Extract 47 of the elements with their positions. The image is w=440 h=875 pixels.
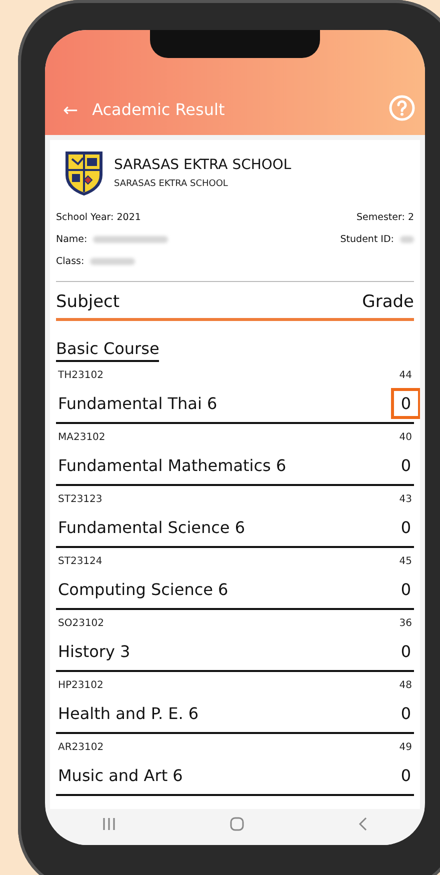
grade: 0 [390, 388, 420, 418]
name-label: Name: [56, 234, 88, 244]
subject-code: SO23102 [58, 618, 104, 629]
subject-code: MA23102 [58, 432, 106, 443]
subject-code: AR23102 [58, 742, 104, 753]
help-icon[interactable] [389, 95, 415, 121]
subject-name: Music and Art 6 [58, 766, 183, 784]
subject-name: Fundamental Thai 6 [58, 394, 218, 412]
section-heading: Basic Course [56, 339, 160, 362]
subject-name: Computing Science 6 [58, 580, 228, 598]
screen-title: Academic Result [92, 100, 226, 121]
subject-code: ST23124 [58, 556, 102, 567]
class-label: Class: [56, 256, 84, 266]
score: 44 [399, 370, 412, 381]
subject-name: Fundamental Science 6 [58, 518, 246, 536]
score: 36 [399, 618, 412, 629]
blurred-text [400, 236, 414, 242]
grade: 0 [400, 516, 412, 538]
student-id-label: Student ID: [340, 234, 394, 244]
score: 40 [399, 432, 412, 443]
score: 43 [399, 494, 412, 505]
score: 49 [399, 742, 412, 753]
school-crest-icon [64, 150, 104, 196]
subject-code: TH23102 [58, 370, 104, 381]
school-year: School Year: 2021 [56, 212, 141, 222]
school-subtitle: SARASAS EKTRA SCHOOL [114, 179, 229, 189]
recent-apps-icon[interactable] [102, 817, 116, 831]
subject-name: Health and P. E. 6 [58, 704, 199, 722]
subject-code: HP23102 [58, 680, 104, 691]
subject-code: ST23123 [58, 494, 102, 505]
grade: 0 [400, 640, 412, 662]
back-icon[interactable] [358, 816, 368, 832]
back-button[interactable]: ← [63, 100, 78, 121]
grade: 0 [400, 702, 412, 724]
subject-name: Fundamental Mathematics 6 [58, 456, 286, 474]
blurred-text [90, 258, 136, 264]
column-header: Grade [362, 292, 414, 312]
grade: 0 [400, 578, 412, 600]
grade: 0 [400, 764, 412, 786]
semester: Semester: 2 [356, 212, 414, 222]
home-icon[interactable] [228, 816, 245, 832]
column-header: Subject [56, 292, 120, 312]
score: 45 [399, 556, 412, 567]
score: 48 [399, 680, 412, 691]
subject-name: History 3 [58, 642, 130, 660]
school-name: SARASAS EKTRA SCHOOL [114, 157, 292, 173]
grade: 0 [400, 454, 412, 476]
